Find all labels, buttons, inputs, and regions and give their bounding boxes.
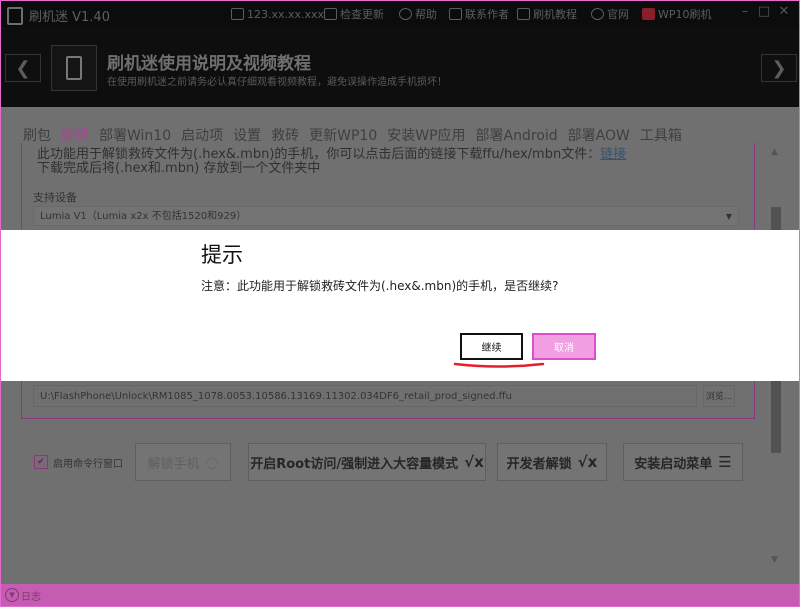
maximize-icon[interactable]: □: [757, 4, 771, 20]
tutorial-banner: ❮ 刷机迷使用说明及视频教程 在使用刷机迷之前请务必认真仔细观看视频教程，避免误…: [1, 27, 799, 107]
banner-title: 刷机迷使用说明及视频教程: [107, 54, 311, 74]
device-select[interactable]: Lumia V1（Lumia x2x 不包括1520和929） ▼: [33, 206, 739, 226]
chevron-down-icon: ▼: [725, 212, 732, 221]
sqrt-x-icon: √x: [464, 453, 484, 471]
tab-flash[interactable]: 刷包: [23, 125, 51, 145]
website-item[interactable]: 官网: [591, 5, 629, 23]
tab-deploy-aow[interactable]: 部署AOW: [568, 125, 630, 145]
browse-button[interactable]: 浏览...: [703, 385, 735, 407]
install-boot-menu-button[interactable]: 安装启动菜单 ☰: [623, 443, 743, 481]
scroll-up-icon[interactable]: ▲: [771, 147, 778, 157]
wp10-flash-item[interactable]: WP10刷机: [642, 5, 712, 23]
cmd-window-checkbox[interactable]: ✔: [34, 455, 48, 469]
dialog-message: 注意：此功能用于解锁救砖文件为(.hex&.mbn)的手机，是否继续?: [201, 279, 559, 293]
prev-arrow-icon[interactable]: ❮: [5, 54, 41, 82]
dialog-title: 提示: [201, 243, 243, 267]
continue-button[interactable]: 继续: [460, 333, 523, 360]
tab-boot[interactable]: 启动项: [181, 125, 223, 145]
contact-author-item[interactable]: 联系作者: [449, 5, 509, 23]
tab-update-wp10[interactable]: 更新WP10: [309, 125, 377, 145]
list-icon: ☰: [718, 453, 732, 471]
tab-toolbox[interactable]: 工具箱: [640, 125, 682, 145]
sqrt-x-icon: √x: [577, 453, 598, 471]
spinner-icon: ◌: [205, 453, 219, 471]
cmd-window-label: 启用命令行窗口: [53, 459, 123, 470]
root-access-button[interactable]: 开启Root访问/强制进入大容量模式 √x: [248, 443, 486, 481]
log-label[interactable]: 日志: [21, 588, 41, 603]
unlock-phone-button[interactable]: 解锁手机 ◌: [135, 443, 231, 481]
unlock-instruction: 下载完成后将(.hex和.mbn) 存放到一个文件夹中: [37, 161, 321, 176]
file-path-input[interactable]: U:\FlashPhone\Unlock\RM1085_1078.0053.10…: [33, 385, 697, 407]
app-title: 刷机迷 V1.40: [29, 10, 110, 25]
globe-icon: [591, 8, 604, 20]
monitor-icon: [231, 8, 244, 20]
ip-address-item[interactable]: 123.xx.xx.xxx: [231, 5, 324, 23]
red-underline-annotation: [453, 362, 545, 368]
confirm-dialog: 提示 注意：此功能用于解锁救砖文件为(.hex&.mbn)的手机，是否继续? 继…: [1, 230, 799, 381]
check-update-item[interactable]: 检查更新: [324, 5, 384, 23]
app-phone-icon: [7, 7, 23, 25]
banner-subtitle: 在使用刷机迷之前请务必认真仔细观看视频教程，避免误操作造成手机损坏！: [107, 77, 447, 88]
developer-unlock-button[interactable]: 开发者解锁 √x: [497, 443, 607, 481]
tab-deploy-android[interactable]: 部署Android: [476, 125, 558, 145]
update-icon: [324, 8, 337, 20]
device-label: 支持设备: [33, 191, 77, 204]
video-icon: [517, 8, 530, 20]
help-icon: [399, 8, 412, 20]
tutorial-icon: [51, 45, 97, 91]
chevron-down-icon[interactable]: ▼: [5, 588, 19, 602]
tab-deploy-win10[interactable]: 部署Win10: [99, 125, 171, 145]
device-select-value: Lumia V1（Lumia x2x 不包括1520和929）: [40, 211, 247, 222]
close-icon[interactable]: ✕: [777, 4, 791, 20]
next-arrow-icon[interactable]: ❯: [761, 54, 797, 82]
tab-bar: 刷包 解锁 部署Win10 启动项 设置 救砖 更新WP10 安装WP应用 部署…: [23, 125, 682, 145]
download-link[interactable]: 链接: [600, 147, 626, 162]
title-bar: 刷机迷 V1.40 123.xx.xx.xxx 检查更新 帮助 联系作者 刷机教…: [1, 1, 799, 27]
flash-tutorial-item[interactable]: 刷机教程: [517, 5, 577, 23]
minimize-icon[interactable]: –: [738, 4, 752, 20]
tab-unlock[interactable]: 解锁: [61, 125, 89, 145]
tab-settings[interactable]: 设置: [233, 125, 261, 145]
chat-icon: [449, 8, 462, 20]
app-window: 刷机迷 V1.40 123.xx.xx.xxx 检查更新 帮助 联系作者 刷机教…: [0, 0, 800, 607]
cancel-button[interactable]: 取消: [532, 333, 596, 360]
tab-unbrick[interactable]: 救砖: [271, 125, 299, 145]
wp10-icon: [642, 8, 655, 20]
tab-install-wp-app[interactable]: 安装WP应用: [387, 125, 465, 145]
status-bar: ▼ 日志: [1, 584, 799, 606]
scroll-down-icon[interactable]: ▼: [771, 555, 778, 565]
help-item[interactable]: 帮助: [399, 5, 437, 23]
